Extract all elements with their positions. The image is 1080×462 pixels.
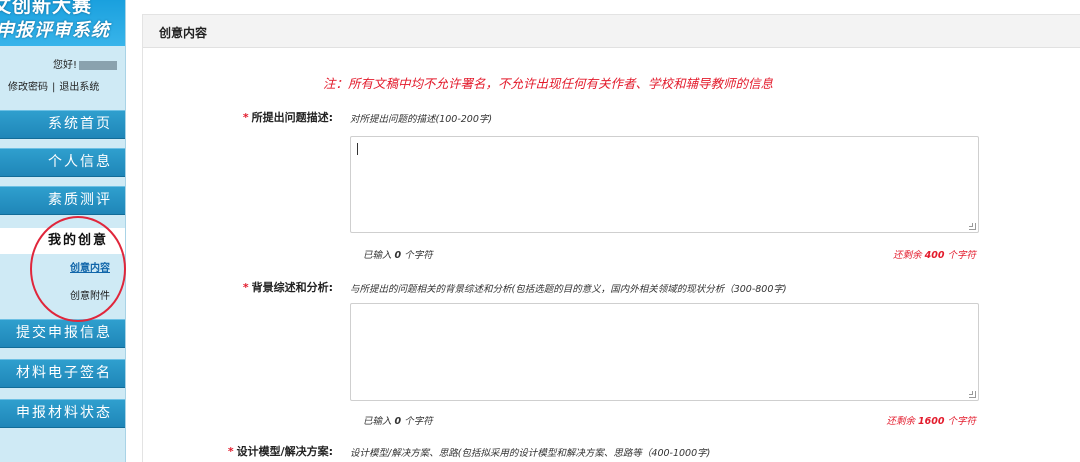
remain-count-value: 400 <box>924 250 945 261</box>
resize-handle-icon[interactable] <box>969 391 976 398</box>
logout-link[interactable]: 退出系统 <box>59 82 99 93</box>
problem-description-textarea[interactable] <box>350 136 979 233</box>
required-star: * <box>242 111 249 124</box>
field-label-design: * 设计模型/解决方案: <box>143 443 333 459</box>
remain-suffix: 个字符 <box>947 416 976 427</box>
typed-count-value: 0 <box>394 250 402 261</box>
nav-my-ideas[interactable]: 我的创意 <box>0 228 125 254</box>
link-separator: | <box>52 82 56 93</box>
text-caret <box>357 143 358 155</box>
remain-prefix: 还剩余 <box>886 416 915 427</box>
remain-count-value: 1600 <box>918 416 945 427</box>
logo-line2: 申报评审系统 <box>0 20 110 41</box>
username-redacted <box>79 60 117 70</box>
typed-prefix: 已输入 <box>363 250 392 261</box>
background-analysis-textarea[interactable] <box>350 303 979 401</box>
remain-suffix: 个字符 <box>947 250 976 261</box>
user-greeting: 您好! <box>53 56 117 71</box>
typed-suffix: 个字符 <box>404 250 433 261</box>
typed-count-value: 0 <box>394 416 402 427</box>
page-title: 创意内容 <box>159 26 208 40</box>
sidebar: 文创新大赛 申报评审系统 您好! 修改密码 | 退出系统 系统首页 个人信息 素质测… <box>0 0 126 462</box>
nav-submit-application[interactable]: 提交申报信息 <box>0 319 125 348</box>
greeting-text: 您好! <box>52 60 77 71</box>
required-star: * <box>242 281 249 294</box>
sub-nav-idea-attachments[interactable]: 创意附件 <box>0 286 125 308</box>
nav-e-signature[interactable]: 材料电子签名 <box>0 359 125 388</box>
typed-count-problem: 已输入 0 个字符 <box>363 247 433 261</box>
account-links: 修改密码 | 退出系统 <box>8 78 99 93</box>
typed-suffix: 个字符 <box>404 416 433 427</box>
field-hint-problem: 对所提出问题的描述(100-200字) <box>350 114 493 125</box>
panel-header: 创意内容 <box>143 15 1080 48</box>
nav-quality-assessment[interactable]: 素质测评 <box>0 186 125 215</box>
field-label-text: 设计模型/解决方案: <box>236 445 333 458</box>
page: 文创新大赛 申报评审系统 您好! 修改密码 | 退出系统 系统首页 个人信息 素质测… <box>0 0 1080 462</box>
required-star: * <box>227 445 234 458</box>
field-hint-background: 与所提出的问题相关的背景综述和分析(包括选题的目的意义，国内外相关领域的现状分析… <box>350 284 787 295</box>
field-label-background: * 背景综述和分析: <box>143 279 333 295</box>
anonymity-notice: 注：所有文稿中均不允许署名，不允许出现任何有关作者、学校和辅导教师的信息 <box>323 76 774 91</box>
remaining-count-background: 还剩余 1600 个字符 <box>886 413 976 427</box>
system-logo: 文创新大赛 申报评审系统 <box>0 0 125 46</box>
nav-personal-info[interactable]: 个人信息 <box>0 148 125 177</box>
field-label-text: 背景综述和分析: <box>251 281 333 294</box>
field-label-text: 所提出问题描述: <box>251 111 333 124</box>
sub-nav-idea-content[interactable]: 创意内容 <box>0 258 125 280</box>
typed-count-background: 已输入 0 个字符 <box>363 413 433 427</box>
remain-prefix: 还剩余 <box>893 250 922 261</box>
main-panel: 创意内容 注：所有文稿中均不允许署名，不允许出现任何有关作者、学校和辅导教师的信… <box>142 14 1080 462</box>
nav-application-status[interactable]: 申报材料状态 <box>0 399 125 428</box>
change-password-link[interactable]: 修改密码 <box>8 82 48 93</box>
typed-prefix: 已输入 <box>363 416 392 427</box>
remaining-count-problem: 还剩余 400 个字符 <box>893 247 976 261</box>
field-label-problem: * 所提出问题描述: <box>143 109 333 125</box>
nav-home[interactable]: 系统首页 <box>0 110 125 139</box>
resize-handle-icon[interactable] <box>969 223 976 230</box>
field-hint-design: 设计模型/解决方案、思路(包括拟采用的设计模型和解决方案、思路等（400-100… <box>350 448 711 459</box>
